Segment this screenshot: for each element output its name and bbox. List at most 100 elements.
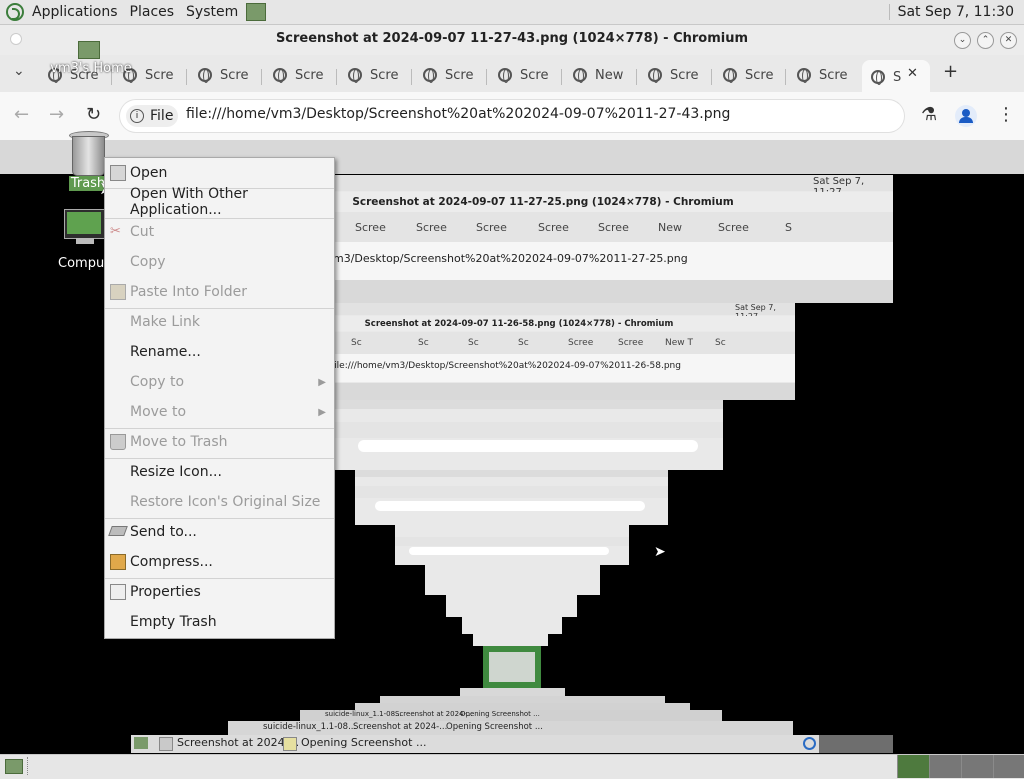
clipboard-icon — [110, 284, 126, 300]
nested-screenshot-8 — [462, 617, 562, 634]
show-desktop-icon[interactable] — [5, 759, 23, 774]
nested-core-window — [489, 652, 535, 682]
active-tab[interactable]: S ✕ — [862, 60, 930, 94]
nested-tab: New — [658, 221, 682, 234]
minimize-button[interactable]: ⌄ — [954, 32, 971, 49]
show-desktop-icon — [134, 737, 148, 749]
tab[interactable]: Scre — [423, 61, 473, 89]
panel-clock[interactable]: Sat Sep 7, 11:30 — [888, 4, 1024, 20]
menu-item-open[interactable]: Open — [105, 158, 334, 188]
tab[interactable]: Scre — [273, 61, 323, 89]
menu-item-label: Empty Trash — [130, 614, 217, 630]
nested-tab: Scree — [718, 221, 749, 234]
places-menu[interactable]: Places — [126, 4, 179, 20]
menu-item-label: Send to... — [130, 524, 197, 540]
close-tab-icon[interactable]: ✕ — [907, 66, 918, 81]
tab-label: Scre — [220, 67, 249, 83]
nested-workspace-switcher — [819, 735, 893, 753]
trash-icon[interactable] — [69, 131, 109, 176]
tab-search-chevron-icon[interactable]: ⌄ — [13, 63, 25, 79]
computer-label[interactable]: Computer — [58, 256, 123, 271]
globe-icon — [348, 68, 362, 83]
menu-item-send-to[interactable]: Send to... — [105, 517, 334, 547]
new-tab-plus-icon[interactable]: + — [943, 61, 958, 82]
tab[interactable]: Scre — [198, 61, 248, 89]
tab[interactable]: Scre — [498, 61, 548, 89]
menu-item-label: Restore Icon's Original Size — [130, 494, 321, 510]
tab-label: Scre — [745, 67, 774, 83]
system-menu[interactable]: System — [182, 4, 242, 20]
menu-item-open-with[interactable]: Open With Other Application... — [105, 186, 334, 218]
nested-tab: Sc — [715, 338, 726, 348]
workspace-3[interactable] — [961, 755, 993, 778]
profile-avatar[interactable] — [955, 105, 977, 127]
home-folder-icon[interactable] — [78, 41, 100, 59]
menu-item-make-link[interactable]: Make Link — [105, 307, 334, 337]
menu-item-copy[interactable]: Copy — [105, 247, 334, 277]
nested-taskbar — [380, 696, 665, 703]
globe-icon — [871, 70, 885, 85]
menu-item-label: Make Link — [130, 314, 200, 330]
nested-taskbar: suicide-linux_1.1-08... Screenshot at 20… — [228, 721, 793, 735]
tab[interactable]: Scre — [797, 61, 847, 89]
menu-item-rename[interactable]: Rename... — [105, 337, 334, 367]
menu-item-properties[interactable]: Properties — [105, 577, 334, 607]
tab-divider — [711, 69, 712, 85]
globe-icon — [648, 68, 662, 83]
workspace-4[interactable] — [993, 755, 1024, 778]
nested-screenshot-2: Sat Sep 7, 11:27 Screenshot at 2024-09-0… — [333, 303, 795, 400]
nested-tab: Scree — [355, 221, 386, 234]
menu-item-resize-icon[interactable]: Resize Icon... — [105, 457, 334, 487]
menu-item-restore-icon-size[interactable]: Restore Icon's Original Size — [105, 487, 334, 517]
chromium-icon — [803, 737, 816, 750]
nested-screenshot-3 — [333, 400, 723, 470]
menu-item-move-to-trash[interactable]: Move to Trash — [105, 427, 334, 457]
tab[interactable]: Scre — [723, 61, 773, 89]
image-viewer-icon — [159, 737, 173, 751]
nested-tab: Scree — [568, 338, 594, 348]
tab[interactable]: Scre — [648, 61, 698, 89]
back-arrow-icon[interactable]: ← — [14, 104, 29, 125]
menu-item-move-to[interactable]: Move to ▶ — [105, 397, 334, 427]
tab-divider — [411, 69, 412, 85]
menu-item-cut[interactable]: ✂ Cut — [105, 217, 334, 247]
tab-divider — [261, 69, 262, 85]
globe-icon — [573, 68, 587, 83]
menu-item-empty-trash[interactable]: Empty Trash — [105, 607, 334, 637]
menu-item-paste-into-folder[interactable]: Paste Into Folder — [105, 277, 334, 307]
tab-divider — [561, 69, 562, 85]
globe-icon — [273, 68, 287, 83]
file-manager-launcher-icon[interactable] — [246, 3, 267, 21]
nested-tab: Scree — [618, 338, 644, 348]
tab[interactable]: New — [573, 61, 623, 89]
site-info-chip[interactable]: i File — [126, 105, 178, 127]
menu-item-copy-to[interactable]: Copy to ▶ — [105, 367, 334, 397]
menu-item-label: Compress... — [130, 554, 213, 570]
nested-mouse-pointer-icon: ➤ — [654, 544, 666, 560]
url-text[interactable]: file:///home/vm3/Desktop/Screenshot%20at… — [186, 106, 730, 122]
submenu-arrow-icon: ▶ — [318, 406, 326, 418]
nested-taskbar-item: suicide-linux_1.1-08... — [263, 722, 357, 732]
workspace-1[interactable] — [897, 755, 929, 778]
nested-url: m3/Desktop/Screenshot%20at%202024-09-07%… — [333, 252, 688, 265]
home-folder-label[interactable]: vm3's Home — [46, 61, 136, 76]
person-icon — [962, 109, 970, 117]
tab[interactable]: Scre — [348, 61, 398, 89]
nested-taskbar-item: Screenshot at 2024-... — [353, 722, 448, 732]
tab-label: New — [595, 67, 624, 83]
workspace-2[interactable] — [929, 755, 961, 778]
archive-icon — [110, 554, 126, 570]
labs-flask-icon[interactable]: ⚗ — [921, 104, 937, 125]
more-menu-kebab-icon[interactable]: ⋮ — [997, 104, 1015, 125]
window-title: Screenshot at 2024-09-07 11-27-43.png (1… — [275, 31, 749, 46]
forward-arrow-icon[interactable]: → — [49, 104, 64, 125]
close-window-button[interactable]: ✕ — [1000, 32, 1017, 49]
menu-item-compress[interactable]: Compress... — [105, 547, 334, 577]
applications-menu[interactable]: Applications — [28, 4, 122, 20]
info-icon: i — [130, 109, 144, 123]
computer-icon[interactable] — [64, 209, 106, 245]
reload-icon[interactable]: ↻ — [86, 104, 101, 125]
distro-logo-icon[interactable] — [6, 3, 24, 21]
maximize-button[interactable]: ⌃ — [977, 32, 994, 49]
panel-handle — [27, 757, 30, 775]
